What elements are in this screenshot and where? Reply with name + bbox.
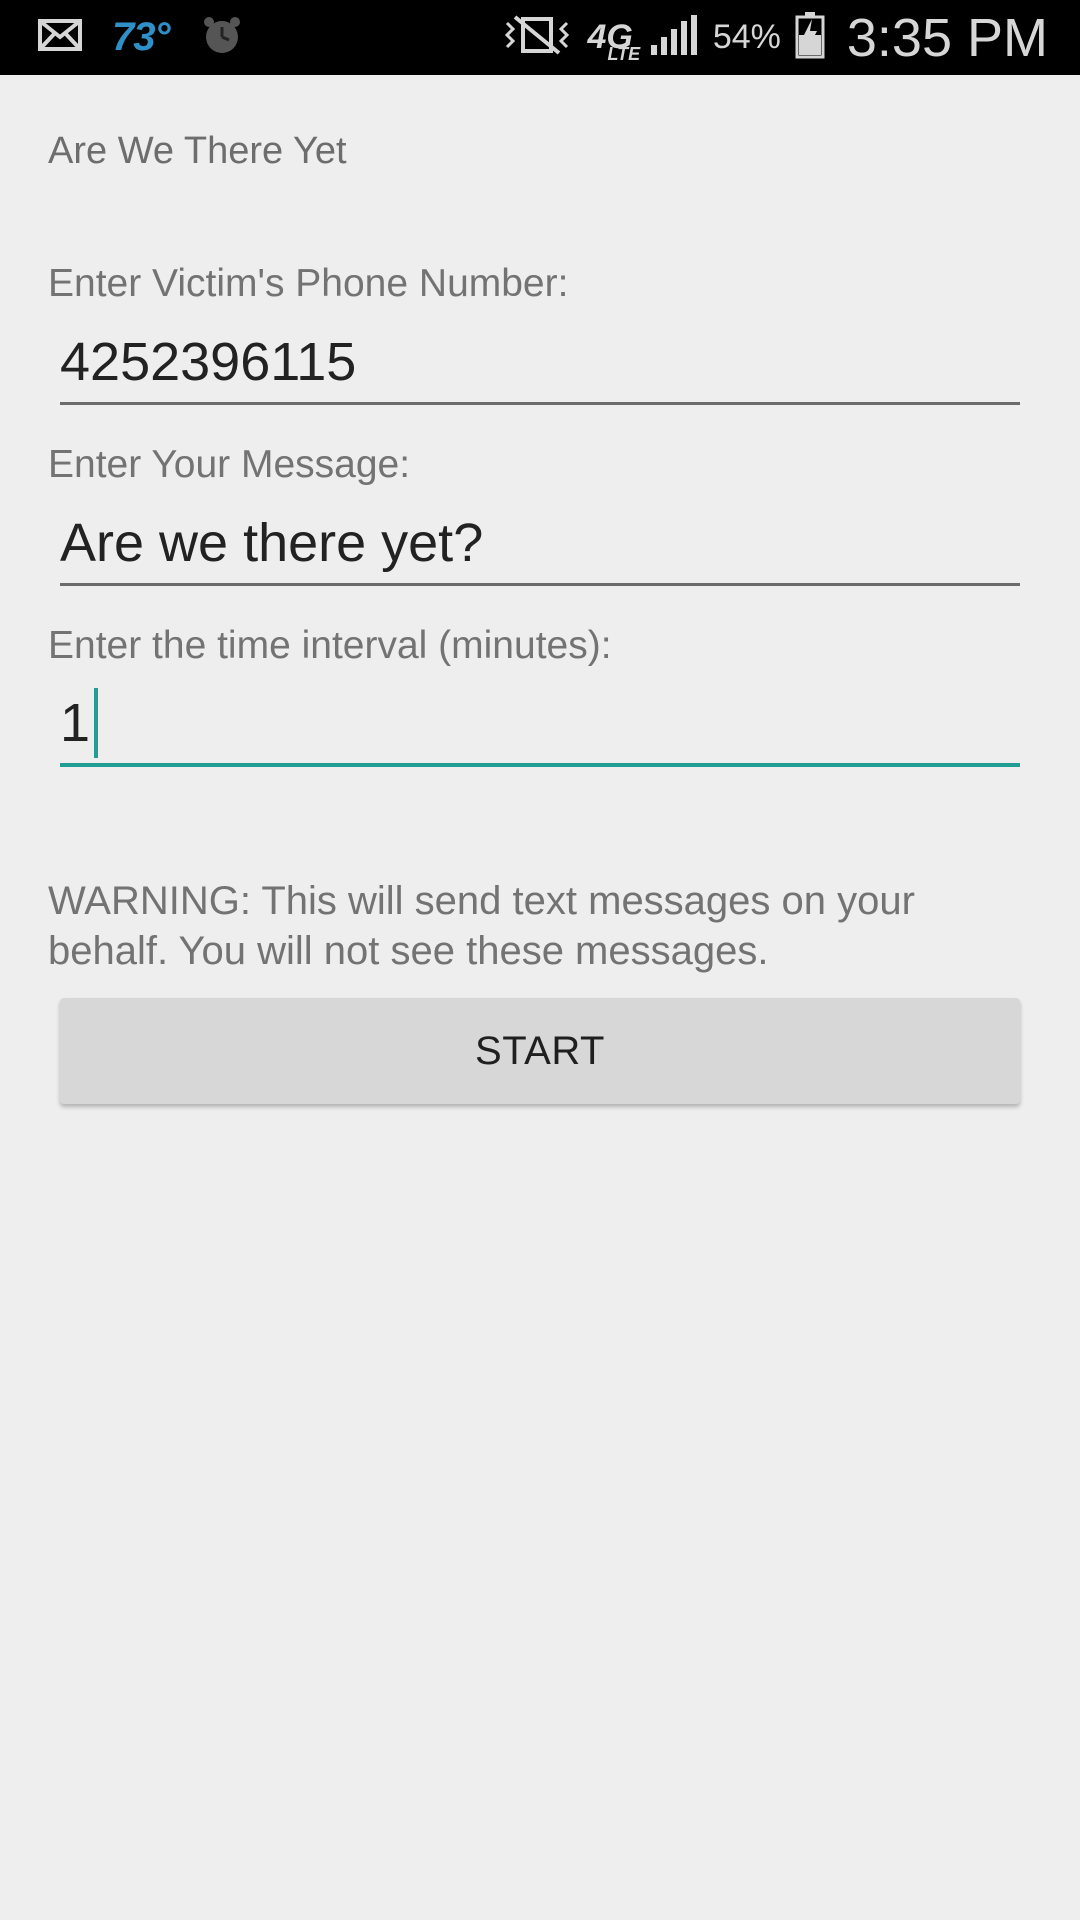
vibrate-icon xyxy=(501,13,573,62)
phone-number-value: 4252396115 xyxy=(60,332,357,392)
status-bar-right: 4G LTE 54% 3:35 PM xyxy=(501,0,1048,75)
status-clock: 3:35 PM xyxy=(846,7,1048,68)
network-sub-label: LTE xyxy=(607,44,641,64)
status-bar: 73° 4G LTE 54% 3:35 PM xyxy=(0,0,1080,75)
message-field[interactable]: Are we there yet? xyxy=(60,503,1020,586)
battery-charging-icon xyxy=(795,11,825,64)
mail-icon xyxy=(38,19,82,56)
battery-percent: 54% xyxy=(712,18,781,56)
interval-value: 1 xyxy=(60,693,91,753)
interval-label: Enter the time interval (minutes): xyxy=(48,624,612,667)
text-cursor xyxy=(94,687,99,758)
interval-field[interactable]: 1 xyxy=(60,683,1020,767)
phone-number-label: Enter Victim's Phone Number: xyxy=(48,262,569,305)
alarm-icon xyxy=(200,13,244,62)
message-value: Are we there yet? xyxy=(60,513,484,573)
signal-icon xyxy=(647,13,699,62)
app-title: Are We There Yet xyxy=(48,130,347,172)
message-label: Enter Your Message: xyxy=(48,443,411,486)
start-button[interactable]: START xyxy=(60,998,1020,1104)
warning-text: WARNING: This will send text messages on… xyxy=(48,879,915,973)
phone-number-field[interactable]: 4252396115 xyxy=(60,322,1020,405)
temperature-indicator: 73° xyxy=(112,15,170,59)
network-type-indicator: 4G LTE xyxy=(587,18,640,64)
status-bar-left: 73° xyxy=(38,0,244,75)
interval-value-wrap: 1 xyxy=(60,683,99,763)
